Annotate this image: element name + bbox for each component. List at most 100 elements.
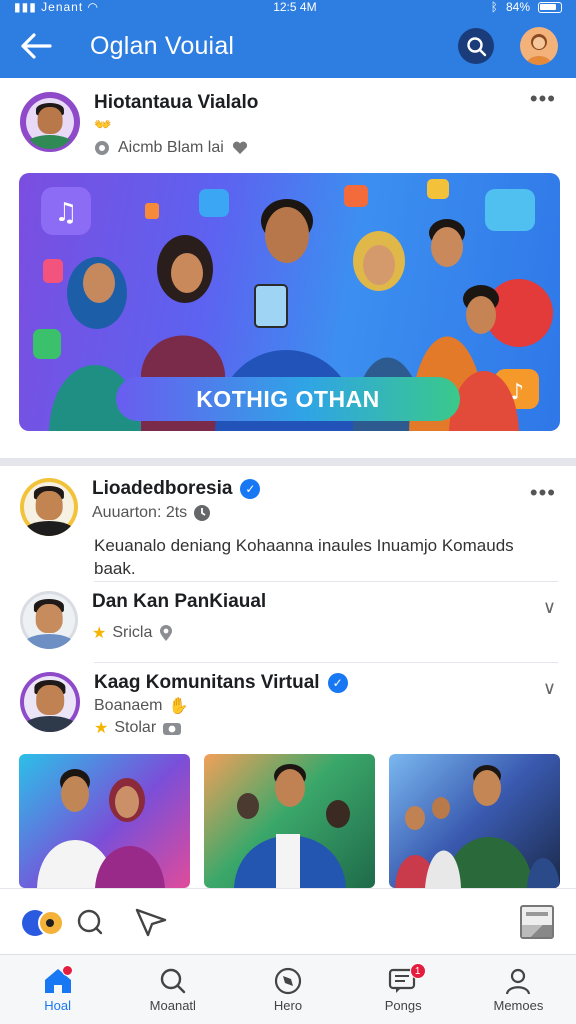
nav-label: Hero xyxy=(273,997,303,1013)
nav-profile[interactable]: Memoes xyxy=(461,955,576,1024)
row-separator xyxy=(94,662,558,663)
nav-label: Memoes xyxy=(493,997,544,1013)
search-icon xyxy=(467,37,487,57)
nav-label: Moanatl xyxy=(149,997,196,1013)
list-item-name-row: Lioadedboresia ✓ xyxy=(92,478,556,500)
compass-icon xyxy=(274,967,302,994)
reactions-icon[interactable] xyxy=(22,908,66,936)
status-right: ᛒ 84% xyxy=(491,1,562,13)
list-item-name[interactable]: Lioadedboresia xyxy=(92,478,232,500)
clock-icon xyxy=(194,505,211,521)
list-item-name[interactable]: Kaag Komunitans Virtual xyxy=(94,672,320,694)
post-emoji: 👐 xyxy=(94,116,112,132)
notification-badge xyxy=(62,965,73,976)
list-item-info: Dan Kan PanKiaual ★ Sricla xyxy=(92,591,556,649)
nav-search[interactable]: Moanatl xyxy=(115,955,230,1024)
app-bar: Oglan Vouial xyxy=(0,14,576,78)
camera-icon xyxy=(163,723,182,735)
avatar-face xyxy=(35,603,63,633)
list-item[interactable]: Kaag Komunitans Virtual ✓ Boanaem ✋ ★ St… xyxy=(0,672,576,738)
bottom-navigation: Hoal Moanatl Hero 1 Pongs Memoes xyxy=(0,954,576,1024)
carrier-text: Jenant xyxy=(41,0,84,14)
avatar-shirt xyxy=(26,134,74,149)
list-item-name-row: Kaag Komunitans Virtual ✓ xyxy=(94,672,556,694)
list-item[interactable]: Dan Kan PanKiaual ★ Sricla ∨ xyxy=(0,591,576,649)
location-icon xyxy=(160,625,173,641)
list-item-sub: Auuarton: 2ts xyxy=(92,504,188,521)
search-button[interactable] xyxy=(458,28,494,64)
chevron-down-icon[interactable]: ∨ xyxy=(543,678,556,699)
status-bar: ▮▮▮ Jenant ◠ 12:5 4M ᛒ 84% xyxy=(0,0,576,14)
post-subtitle: Aicmb Blam lai xyxy=(118,139,224,156)
media-thumbnails xyxy=(19,754,560,888)
post-author-name[interactable]: Hiotantaua Vialalo xyxy=(94,92,530,114)
avatar-shirt xyxy=(24,633,74,649)
svg-text:♫: ♫ xyxy=(54,198,77,228)
post-subtitle-row: Aicmb Blam lai xyxy=(94,139,530,157)
bluetooth-icon: ᛒ xyxy=(490,0,498,14)
media-thumbnail[interactable] xyxy=(389,754,560,888)
verified-icon: ✓ xyxy=(327,673,348,693)
small-badge-icon xyxy=(145,203,159,219)
star-icon: ★ xyxy=(92,625,107,642)
avatar-face xyxy=(36,685,64,716)
list-item[interactable]: Lioadedboresia ✓ Auuarton: 2ts ••• xyxy=(0,478,576,536)
list-item-name[interactable]: Dan Kan PanKiaual xyxy=(92,591,556,613)
list-item-description: Keuanalo deniang Kohaanna inaules Inuamj… xyxy=(94,536,514,578)
app-header: ▮▮▮ Jenant ◠ 12:5 4M ᛒ 84% Oglan Vouial xyxy=(0,0,576,78)
person-icon xyxy=(506,968,531,994)
avatar-shirt xyxy=(24,716,76,732)
list-avatar xyxy=(20,591,78,649)
list-avatar xyxy=(20,672,80,732)
nav-label: Pongs xyxy=(384,997,422,1013)
carrier-label: ▮▮▮ Jenant ◠ xyxy=(14,0,99,14)
battery-icon xyxy=(538,1,562,13)
list-item-sub-row: ★ Sricla xyxy=(92,623,556,643)
avatar-icon xyxy=(526,34,552,65)
back-arrow-icon xyxy=(21,33,52,59)
nav-home[interactable]: Hoal xyxy=(0,955,115,1024)
globe-icon xyxy=(95,141,109,155)
profile-avatar-button[interactable] xyxy=(520,27,558,65)
avatar-shirt xyxy=(24,520,74,536)
battery-percent: 84% xyxy=(505,0,530,14)
heart-icon xyxy=(232,141,247,154)
star-app-icon xyxy=(427,179,449,199)
app-title: Oglan Vouial xyxy=(90,31,235,60)
verified-icon: ✓ xyxy=(240,479,261,499)
media-thumbnail[interactable] xyxy=(19,754,190,888)
banner-cta-button[interactable]: KOTHIG OTHAN xyxy=(116,377,460,421)
search-icon xyxy=(160,968,185,993)
edit-app-icon xyxy=(485,189,535,231)
list-item-tag: Boanaem xyxy=(94,697,163,714)
comment-icon[interactable] xyxy=(76,908,104,936)
game-app-icon xyxy=(33,329,61,359)
featured-post: Hiotantaua Vialalo 👐 Aicmb Blam lai ••• … xyxy=(0,84,576,431)
list-item-sub-row: Auuarton: 2ts xyxy=(92,504,556,522)
chat-app-icon xyxy=(199,189,229,217)
star-icon: ★ xyxy=(94,720,109,737)
post-more-button[interactable]: ••• xyxy=(530,88,556,110)
thumbnail-illustration xyxy=(234,764,350,888)
action-bar xyxy=(0,888,576,954)
post-banner-image[interactable]: ♫ ♪ KOTHIG OTHAN xyxy=(19,173,560,431)
heart-app-icon xyxy=(43,259,63,283)
avatar-face xyxy=(35,490,63,520)
chevron-down-icon[interactable]: ∨ xyxy=(543,597,556,618)
thumbnail-illustration xyxy=(37,769,165,888)
thumbnail-illustration xyxy=(395,765,560,888)
post-header: Hiotantaua Vialalo 👐 Aicmb Blam lai ••• xyxy=(0,84,576,157)
image-gallery-icon[interactable] xyxy=(520,904,554,939)
nav-messages[interactable]: 1 Pongs xyxy=(346,955,461,1024)
share-send-icon[interactable] xyxy=(134,907,168,937)
author-avatar[interactable] xyxy=(20,92,80,152)
post-meta: Hiotantaua Vialalo 👐 Aicmb Blam lai xyxy=(94,92,530,157)
hands-emoji-icon: ✋ xyxy=(168,698,189,715)
media-thumbnail[interactable] xyxy=(204,754,375,888)
list-item-info: Lioadedboresia ✓ Auuarton: 2ts xyxy=(92,478,556,536)
back-button[interactable] xyxy=(18,28,54,64)
list-item-more-button[interactable]: ••• xyxy=(530,482,556,504)
nav-explore[interactable]: Hero xyxy=(230,955,345,1024)
row-separator xyxy=(94,581,558,582)
avatar-face xyxy=(37,106,63,134)
